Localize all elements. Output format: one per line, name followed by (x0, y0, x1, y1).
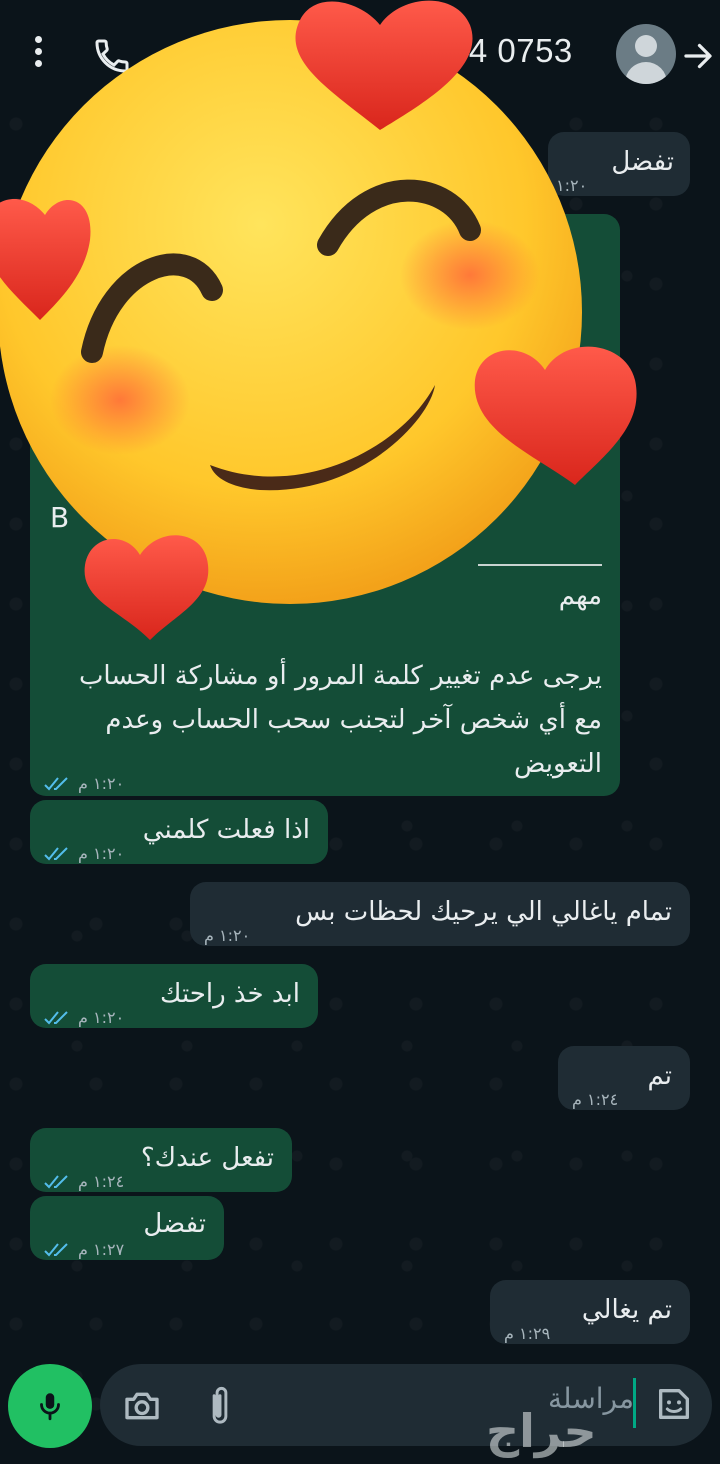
microphone-button[interactable] (8, 1364, 92, 1448)
time-label: ١:٢٠ (556, 176, 588, 195)
time-label: ١:٢٠ م (78, 844, 125, 863)
more-vertical-icon[interactable] (28, 36, 48, 76)
message-body-line: يرجى عدم تغيير كلمة المرور أو مشاركة الح… (78, 661, 602, 691)
double-check-icon (44, 777, 68, 791)
message-time: ١:٢٠ م (204, 914, 250, 958)
microphone-icon (40, 1393, 60, 1421)
double-check-icon (44, 1175, 68, 1189)
chat-header: 74 0753 (0, 0, 720, 104)
message-outgoing[interactable]: تفعل عندك؟ ١:٢٤ م (30, 1128, 292, 1192)
double-check-icon (44, 1011, 68, 1025)
sticker-icon[interactable] (654, 1384, 694, 1424)
message-text: ابد خذ راحتك (160, 979, 300, 1009)
time-label: ١:٢٧ م (78, 1240, 125, 1259)
message-outgoing[interactable]: ابد خذ راحتك ١:٢٠ م (30, 964, 318, 1028)
message-divider (478, 564, 602, 566)
message-heading: مهم (558, 581, 602, 611)
message-text: تمام ياغالي الي يرحيك لحظات بس (295, 897, 672, 927)
contact-phone-number[interactable]: 74 0753 (450, 32, 573, 70)
person-avatar-icon[interactable] (616, 24, 676, 84)
message-incoming[interactable]: تم ١:٢٤ م (558, 1046, 690, 1110)
message-body-line: التعويض (513, 749, 602, 779)
message-outgoing-long[interactable]: B مهم يرجى عدم تغيير كلمة المرور أو مشار… (30, 214, 620, 796)
time-label: ١:٢٤ م (572, 1090, 619, 1109)
message-time: ١:٢٠ م (44, 996, 124, 1040)
arrow-right-icon[interactable] (680, 36, 716, 76)
haraj-watermark: حراج (486, 1404, 597, 1458)
message-body-line: مع أي شخص آخر لتجنب سحب الحساب وعدم (105, 705, 602, 735)
message-incoming[interactable]: تفضل ١:٢٠ (548, 132, 690, 196)
time-label: ١:٢٠ م (78, 1008, 125, 1027)
text-cursor (633, 1378, 636, 1428)
paperclip-icon[interactable] (202, 1384, 238, 1428)
phone-icon[interactable] (92, 36, 132, 76)
message-time: ١:٢٤ م (572, 1078, 618, 1122)
message-outgoing[interactable]: اذا فعلت كلمني ١:٢٠ م (30, 800, 328, 864)
message-text: اذا فعلت كلمني (142, 815, 310, 845)
message-time: ١:٢٧ م (44, 1228, 124, 1272)
message-partial-text: B (50, 501, 70, 534)
double-check-icon (44, 847, 68, 861)
message-incoming[interactable]: تمام ياغالي الي يرحيك لحظات بس ١:٢٠ م (190, 882, 690, 946)
message-text: تفعل عندك؟ (140, 1143, 274, 1173)
message-text: تم يغالي (581, 1295, 672, 1325)
message-outgoing[interactable]: تفضل ١:٢٧ م (30, 1196, 224, 1260)
message-time: ١:٢٠ م (44, 832, 124, 876)
message-time: ١:٢٩ م (504, 1312, 550, 1356)
message-incoming[interactable]: تم يغالي ١:٢٩ م (490, 1280, 690, 1344)
time-label: ١:٢٩ م (504, 1324, 551, 1343)
double-check-icon (44, 1243, 68, 1257)
message-input-bar[interactable]: مراسلة (100, 1364, 712, 1446)
message-text: تفضل (611, 147, 674, 177)
camera-icon[interactable] (122, 1386, 162, 1426)
time-label: ١:٢٠ م (204, 926, 251, 945)
message-text: تفضل (143, 1209, 206, 1239)
message-time: ١:٢٠ (556, 164, 587, 208)
message-text: تم (647, 1061, 672, 1091)
